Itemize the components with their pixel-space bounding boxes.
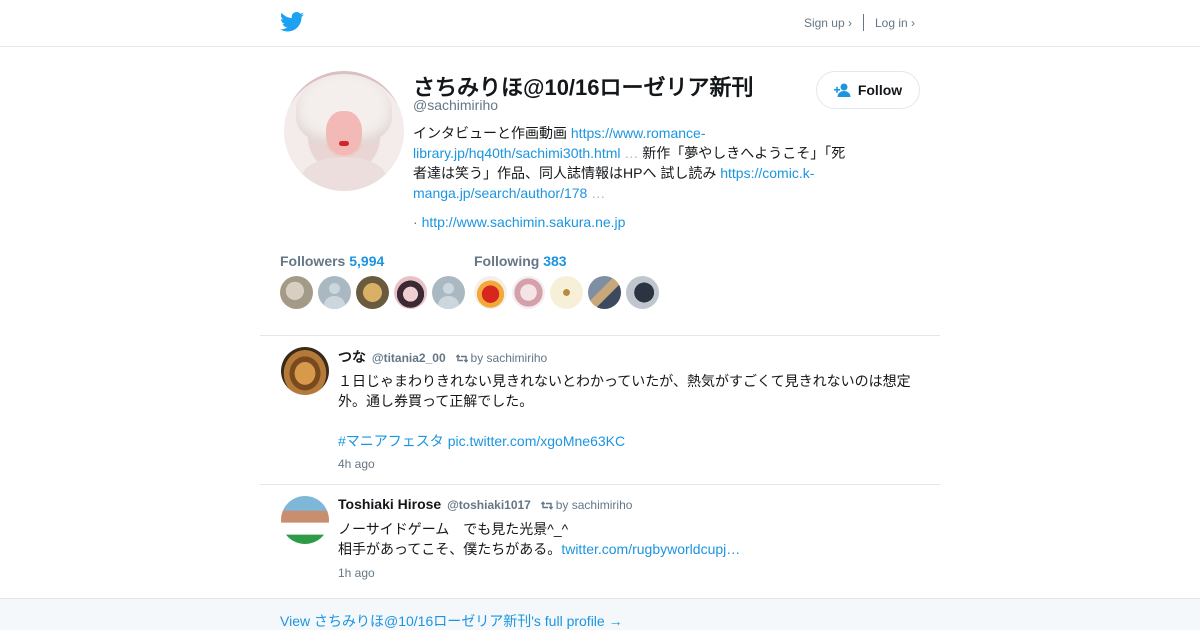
tweet-timestamp[interactable]: 1h ago bbox=[338, 566, 375, 580]
following-group: Following 383 bbox=[474, 253, 664, 309]
retweet-icon bbox=[455, 354, 468, 363]
tweet-timestamp[interactable]: 4h ago bbox=[338, 457, 375, 471]
website-prefix: · bbox=[413, 214, 422, 230]
tweet-header: つな @titania2_00 by sachimiriho bbox=[338, 347, 547, 367]
section-divider bbox=[260, 335, 940, 336]
bio-text-1: インタビューと作画動画 bbox=[413, 125, 571, 141]
tweet-line-text: 相手があってこそ、僕たちがある。 bbox=[338, 541, 562, 557]
auth-nav: Sign up › Log in › bbox=[804, 14, 915, 31]
tweet-divider bbox=[260, 484, 940, 485]
footer-bar: View さちみりほ@10/16ローゼリア新刊's full profile → bbox=[0, 598, 1200, 630]
bio-ellipsis-2: … bbox=[587, 185, 606, 201]
following-avatar[interactable] bbox=[550, 276, 583, 309]
followers-group: Followers 5,994 bbox=[280, 253, 470, 309]
tweet-avatar[interactable] bbox=[281, 347, 329, 395]
tweet-link[interactable]: twitter.com/rugbyworldcupj… bbox=[561, 541, 740, 557]
follow-button[interactable]: Follow bbox=[816, 71, 920, 109]
add-user-icon bbox=[833, 83, 851, 97]
tweet-line-2: 相手があってこそ、僕たちがある。twitter.com/rugbyworldcu… bbox=[338, 539, 918, 559]
follower-avatar[interactable] bbox=[432, 276, 465, 309]
hashtag-link[interactable]: #マニアフェスタ bbox=[338, 433, 444, 449]
tweet-header: Toshiaki Hirose @toshiaki1017 by sachimi… bbox=[338, 496, 632, 512]
tweet-links: #マニアフェスタ pic.twitter.com/xgoMne63KC bbox=[338, 431, 918, 451]
following-avatars bbox=[474, 276, 664, 309]
signup-link[interactable]: Sign up › bbox=[804, 16, 852, 30]
top-bar: Sign up › Log in › bbox=[0, 0, 1200, 47]
profile-handle: @sachimiriho bbox=[413, 97, 499, 113]
follower-avatar[interactable] bbox=[318, 276, 351, 309]
retweet-info: by sachimiriho bbox=[455, 351, 548, 365]
full-profile-link[interactable]: View さちみりほ@10/16ローゼリア新刊's full profile → bbox=[280, 611, 623, 631]
tweet-line: ノーサイドゲーム でも見た光景^_^ bbox=[338, 521, 569, 537]
retweet-by: by sachimiriho bbox=[470, 351, 548, 365]
following-count: 383 bbox=[543, 253, 567, 269]
follow-label: Follow bbox=[857, 82, 903, 98]
following-avatar[interactable] bbox=[512, 276, 545, 309]
retweet-info: by sachimiriho bbox=[540, 498, 633, 512]
follow-counts: Followers 5,994 Following 383 bbox=[280, 253, 920, 313]
website-link[interactable]: http://www.sachimin.sakura.ne.jp bbox=[422, 214, 626, 230]
nav-divider bbox=[862, 14, 864, 31]
profile-avatar[interactable] bbox=[284, 71, 404, 191]
following-stat[interactable]: Following 383 bbox=[474, 253, 664, 269]
following-label: Following bbox=[474, 253, 540, 269]
retweet-by: by sachimiriho bbox=[555, 498, 633, 512]
avatar-dress bbox=[302, 157, 386, 191]
followers-stat[interactable]: Followers 5,994 bbox=[280, 253, 470, 269]
retweet-icon bbox=[540, 501, 553, 510]
follower-avatar[interactable] bbox=[394, 276, 427, 309]
tweet-text: １日じゃまわりきれない見きれないとわかっていたが、熱気がすごくて見きれないのは想… bbox=[338, 371, 918, 451]
avatar-mouth bbox=[339, 141, 349, 146]
tweet-line: １日じゃまわりきれない見きれないとわかっていたが、熱気がすごくて見きれないのは想… bbox=[338, 373, 911, 409]
login-link[interactable]: Log in › bbox=[875, 16, 915, 30]
tweet-text: ノーサイドゲーム でも見た光景^_^ 相手があってこそ、僕たちがある。twitt… bbox=[338, 519, 918, 559]
profile-bio: インタビューと作画動画 https://www.romance-library.… bbox=[413, 123, 853, 203]
followers-label: Followers bbox=[280, 253, 346, 269]
following-avatar[interactable] bbox=[474, 276, 507, 309]
following-avatar[interactable] bbox=[588, 276, 621, 309]
follower-avatar[interactable] bbox=[356, 276, 389, 309]
tweet-author-name[interactable]: つな bbox=[338, 349, 366, 365]
tweet-spacer bbox=[338, 411, 918, 431]
tweet-author-name[interactable]: Toshiaki Hirose bbox=[338, 496, 441, 512]
tweet-author-handle[interactable]: @toshiaki1017 bbox=[447, 498, 531, 512]
bio-ellipsis-1: … bbox=[620, 145, 639, 161]
tweet-media-link[interactable]: pic.twitter.com/xgoMne63KC bbox=[448, 433, 625, 449]
avatar-face bbox=[326, 111, 362, 155]
tweet-avatar[interactable] bbox=[281, 496, 329, 544]
following-avatar[interactable] bbox=[626, 276, 659, 309]
follower-avatar[interactable] bbox=[280, 276, 313, 309]
followers-count: 5,994 bbox=[349, 253, 385, 269]
followers-avatars bbox=[280, 276, 470, 309]
tweet-author-handle[interactable]: @titania2_00 bbox=[372, 351, 446, 365]
profile-website: · http://www.sachimin.sakura.ne.jp bbox=[413, 212, 625, 232]
twitter-bird-icon[interactable] bbox=[280, 12, 304, 32]
